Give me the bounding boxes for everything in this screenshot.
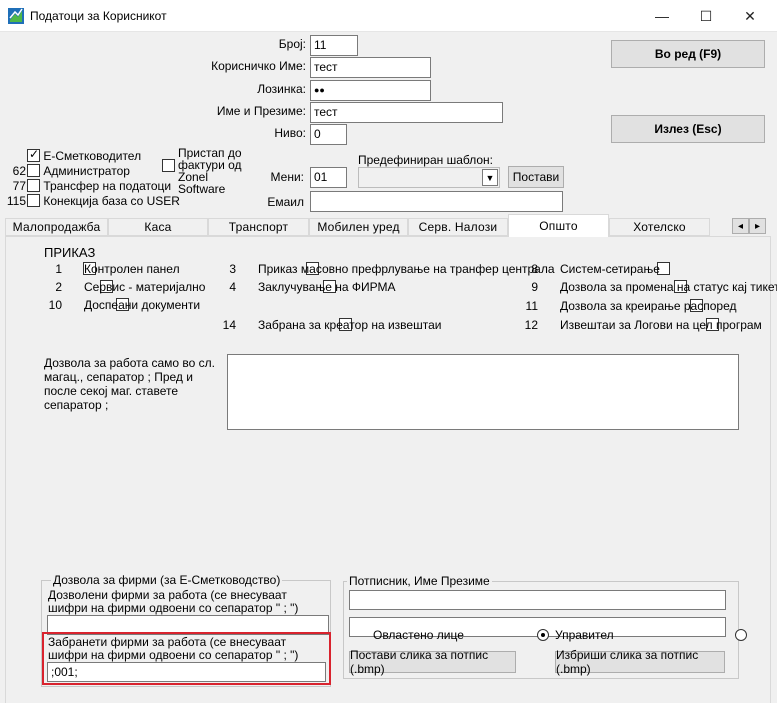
signer-group-title: Потписник, Име Презиме: [347, 574, 492, 588]
tab-opshto[interactable]: Општо: [508, 214, 609, 237]
prikaz-label: Извештаи за Логови на цел програм: [560, 318, 762, 332]
prikaz-label: Доспеани документи: [84, 298, 201, 312]
username-input[interactable]: тест: [310, 57, 431, 78]
role-label: Конекција база со USER: [43, 194, 180, 208]
prikaz-number: 10: [48, 298, 62, 312]
username-label: Корисничко Име:: [211, 59, 306, 73]
email-input[interactable]: [310, 191, 563, 212]
forbidden-firms-label: Забранети фирми за работа (се внесуваат …: [48, 635, 299, 662]
fullname-input[interactable]: тест: [310, 102, 503, 123]
warehouse-label: Дозвола за работа само во сл. магац., се…: [44, 356, 215, 412]
prikaz-number: 4: [229, 280, 236, 294]
prikaz-title: ПРИКАЗ: [44, 245, 96, 260]
role-number: 115: [6, 194, 26, 208]
meni-label: Мени:: [270, 170, 304, 184]
title-bar: Податоци за Корисникот — ☐ ✕: [0, 0, 777, 32]
tab-scroll-left-icon[interactable]: ◂: [732, 218, 749, 234]
firms-group-title: Дозвола за фирми (за Е-Сметководство): [51, 573, 283, 587]
signer-name-input[interactable]: [349, 590, 726, 610]
allowed-firms-label: Дозволени фирми за работа (се внесуваат …: [48, 588, 299, 615]
password-input[interactable]: ●●: [310, 80, 431, 101]
tab-transport[interactable]: Транспорт: [208, 218, 309, 236]
role-number: 62: [12, 164, 26, 178]
fullname-label: Име и Презиме:: [216, 104, 306, 118]
tab-maloprodazba[interactable]: Малопродажба: [5, 218, 108, 236]
template-label: Предефиниран шаблон:: [358, 153, 494, 167]
nivo-label: Ниво:: [274, 126, 306, 140]
delete-signature-button[interactable]: Избриши слика за потпис (.bmp): [555, 648, 725, 676]
prikaz-number: 1: [55, 262, 62, 276]
zonel-access-checkbox[interactable]: [162, 159, 175, 172]
role-checkbox[interactable]: [27, 147, 40, 162]
prikaz-number: 9: [531, 280, 538, 294]
prikaz-label: Приказ масовно префрлување на транфер це…: [258, 262, 555, 276]
set-signature-button[interactable]: Постави слика за потпис (.bmp): [349, 648, 516, 676]
broj-label: Број:: [278, 37, 306, 51]
tab-kasa[interactable]: Каса: [108, 218, 208, 236]
postavi-button[interactable]: Постави: [508, 166, 564, 188]
prikaz-label: Заклучување на ФИРМА: [258, 280, 396, 294]
role-checkbox[interactable]: [27, 179, 40, 192]
minimize-button[interactable]: —: [639, 0, 685, 32]
radio-manager-label: Управител: [555, 628, 614, 642]
maximize-button[interactable]: ☐: [683, 0, 729, 32]
tab-serv-nalozi[interactable]: Серв. Налози: [408, 218, 508, 236]
role-label: Е-Сметководител: [43, 149, 142, 163]
role-label: Трансфер на податоци: [43, 179, 172, 193]
tab-hotelsko[interactable]: Хотелско: [609, 218, 710, 236]
radio-authorized[interactable]: [536, 629, 549, 641]
template-dropdown[interactable]: [358, 167, 500, 188]
nivo-input[interactable]: 0: [310, 124, 347, 145]
radio-authorized-label: Овластено лице: [373, 628, 464, 642]
exit-button[interactable]: Излез (Esc): [611, 115, 765, 143]
close-button[interactable]: ✕: [727, 0, 773, 32]
app-logo-icon: [8, 8, 24, 24]
window-title: Податоци за Корисникот: [30, 9, 167, 23]
role-row[interactable]: Администратор: [27, 164, 130, 180]
tab-mobilen-ured[interactable]: Мобилен уред: [309, 218, 408, 236]
prikaz-label: Дозвола за промена на статус кај тикет: [560, 280, 777, 294]
prikaz-number: 11: [525, 299, 538, 313]
role-label: Администратор: [43, 164, 130, 178]
prikaz-number: 8: [531, 262, 538, 276]
tab-scroll-right-icon[interactable]: ▸: [749, 218, 766, 234]
prikaz-number: 3: [229, 262, 236, 276]
email-label: Емаил: [267, 195, 304, 209]
prikaz-number: 12: [524, 318, 538, 332]
role-row[interactable]: Трансфер на податоци: [27, 179, 171, 195]
role-checkbox[interactable]: [27, 164, 40, 177]
prikaz-label: Контролен панел: [84, 262, 180, 276]
role-row[interactable]: Е-Сметководител: [27, 147, 142, 165]
zonel-access-label: Пристап до фактури од Zonel Software: [178, 146, 242, 196]
forbidden-firms-input[interactable]: ;001;: [47, 662, 326, 682]
password-label: Лозинка:: [257, 82, 306, 96]
prikaz-label: Систем-сетирање: [560, 262, 660, 276]
prikaz-label: Забрана за креатор на извештаи: [258, 318, 442, 332]
prikaz-number: 2: [55, 280, 62, 294]
meni-input[interactable]: 01: [310, 167, 347, 188]
prikaz-label: Сервис - материјално: [84, 280, 206, 294]
ok-button[interactable]: Во ред (F9): [611, 40, 765, 68]
role-row[interactable]: Конекција база со USER: [27, 194, 180, 210]
broj-input[interactable]: 11: [310, 35, 358, 56]
prikaz-label: Дозвола за креирање распоред: [560, 299, 737, 313]
role-number: 77: [12, 179, 26, 193]
role-checkbox[interactable]: [27, 194, 40, 207]
prikaz-number: 14: [222, 318, 236, 332]
warehouse-textarea[interactable]: [227, 354, 739, 430]
chevron-down-icon[interactable]: ▼: [482, 169, 498, 186]
